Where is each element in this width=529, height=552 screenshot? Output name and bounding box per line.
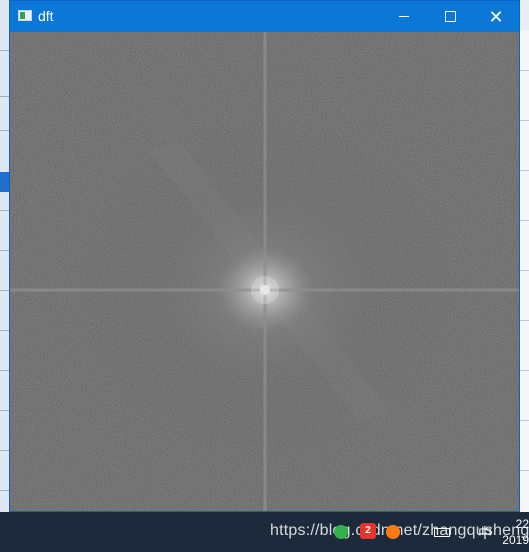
minimize-button[interactable] — [381, 1, 427, 32]
row-divider — [520, 320, 529, 321]
row-divider — [520, 270, 529, 271]
background-app-right — [519, 30, 529, 512]
maximize-button[interactable] — [427, 1, 473, 32]
row-divider — [520, 420, 529, 421]
maximize-icon — [444, 11, 456, 22]
clock-time: 22 — [515, 517, 529, 531]
close-button[interactable]: ✕ — [473, 1, 519, 32]
close-icon: ✕ — [488, 6, 504, 27]
row-divider — [520, 120, 529, 121]
minimize-icon — [399, 16, 409, 17]
row-divider — [520, 170, 529, 171]
red-tray-badge: 2 — [365, 525, 371, 536]
ime-indicator[interactable]: 中 — [478, 523, 492, 543]
row-divider — [520, 370, 529, 371]
app-icon — [18, 10, 32, 21]
row-divider — [520, 220, 529, 221]
network-icon[interactable] — [434, 528, 450, 537]
dft-window: dft ✕ — [9, 0, 520, 512]
row-divider — [520, 470, 529, 471]
taskbar: https://blog.csdn.net/zhangqusheng 2 中 2… — [0, 512, 529, 552]
spectrum-svg — [10, 32, 519, 511]
red-tray-icon[interactable]: 2 — [360, 523, 376, 539]
window-title: dft — [38, 8, 54, 24]
center-halo — [251, 276, 279, 304]
clock[interactable]: 22 2019 — [502, 516, 529, 548]
green-tray-icon[interactable] — [334, 525, 348, 539]
spectrum-image — [10, 32, 519, 511]
orange-tray-icon[interactable] — [386, 525, 400, 539]
clock-date: 2019 — [502, 533, 529, 547]
window-titlebar[interactable]: dft ✕ — [10, 1, 519, 32]
row-divider — [520, 70, 529, 71]
